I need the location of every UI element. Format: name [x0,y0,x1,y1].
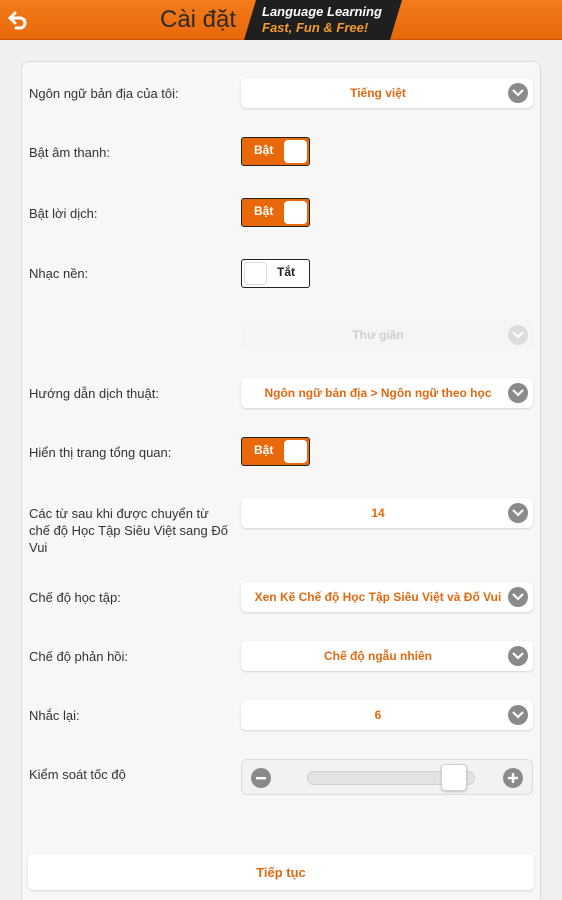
overview-toggle-state: Bật [254,443,274,457]
decrease-speed-button[interactable] [251,768,271,788]
brand-logo: Language Learning Fast, Fun & Free! [244,0,402,40]
increase-speed-button[interactable] [503,768,523,788]
feedback-mode-label: Chế độ phản hồi: [29,649,129,664]
study-mode-label: Chế độ học tập: [29,590,121,605]
sound-toggle-state: Bật [254,143,274,157]
native-language-select[interactable]: Tiếng việt [241,78,533,108]
translation-toggle-state: Bật [254,204,274,218]
native-language-label: Ngôn ngữ bản địa của tôi: [29,86,179,101]
sound-label: Bật âm thanh: [29,145,110,160]
sound-toggle[interactable]: Bật [241,137,310,166]
repeat-value: 6 [374,708,382,722]
words-after-select[interactable]: 14 [241,498,533,528]
music-track-value: Thư giãn [352,328,404,342]
back-arrow-icon [8,11,27,30]
translation-toggle[interactable]: Bật [241,198,310,227]
speed-label: Kiểm soát tốc độ [29,767,126,782]
repeat-label: Nhắc lại: [29,708,80,723]
feedback-mode-select[interactable]: Chế độ ngẫu nhiên [241,641,533,671]
brand-name: Language Learning [262,4,382,19]
minus-icon [256,777,266,780]
continue-button[interactable]: Tiếp tục [28,854,534,890]
repeat-select[interactable]: 6 [241,700,533,730]
toggle-knob [284,140,307,163]
feedback-mode-value: Chế độ ngẫu nhiên [324,649,432,663]
toggle-knob [244,262,267,285]
toggle-knob [284,440,307,463]
translation-direction-label: Hướng dẫn dịch thuật: [29,386,159,401]
page-title: Cài đặt [160,6,237,33]
study-mode-select[interactable]: Xen Kẽ Chế độ Học Tập Siêu Việt và Đố Vu… [241,582,533,612]
toggle-knob [284,201,307,224]
chevron-down-icon [508,383,528,403]
native-language-value: Tiếng việt [350,86,406,100]
music-label: Nhạc nền: [29,266,89,281]
chevron-down-icon [508,325,528,345]
chevron-down-icon [508,83,528,103]
header-bar: Cài đặt Language Learning Fast, Fun & Fr… [0,0,562,40]
translation-label: Bật lời dịch: [29,206,98,221]
words-after-value: 14 [371,506,385,520]
speed-control [241,759,533,795]
words-after-label: Các từ sau khi được chuyển từ chế độ Học… [29,506,228,555]
plus-icon [508,773,518,783]
overview-toggle[interactable]: Bật [241,437,310,466]
chevron-down-icon [508,587,528,607]
chevron-down-icon [508,646,528,666]
music-toggle-state: Tắt [277,265,295,279]
music-toggle[interactable]: Tắt [241,259,310,288]
translation-direction-value: Ngôn ngữ bản địa > Ngôn ngữ theo học [264,386,492,400]
study-mode-value: Xen Kẽ Chế độ Học Tập Siêu Việt và Đố Vu… [254,590,502,604]
back-button[interactable] [4,6,32,34]
overview-label: Hiển thị trang tổng quan: [29,445,172,460]
translation-direction-select[interactable]: Ngôn ngữ bản địa > Ngôn ngữ theo học [241,378,533,408]
brand-tagline: Fast, Fun & Free! [262,20,369,35]
music-track-select: Thư giãn [241,320,533,350]
chevron-down-icon [508,705,528,725]
chevron-down-icon [508,503,528,523]
speed-slider-thumb[interactable] [441,764,467,791]
